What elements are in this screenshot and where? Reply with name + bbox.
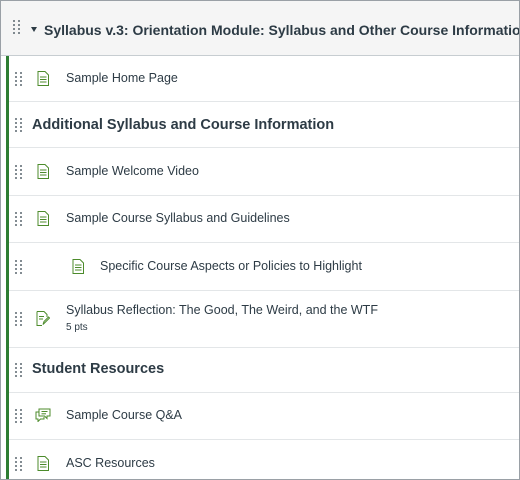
module-item[interactable]: ASC Resources (9, 440, 519, 479)
module-item-title[interactable]: Sample Course Q&A (66, 408, 182, 422)
modules-list: Syllabus v.3: Orientation Module: Syllab… (0, 0, 520, 480)
drag-handle-icon[interactable] (15, 312, 23, 326)
module-item[interactable]: Specific Course Aspects or Policies to H… (9, 243, 519, 291)
drag-handle-icon[interactable] (13, 20, 21, 34)
points-label: 5 pts (66, 322, 88, 333)
page-icon (37, 71, 49, 86)
assignment-icon (36, 311, 50, 326)
drag-handle-icon[interactable] (15, 118, 23, 132)
drag-handle-icon[interactable] (15, 212, 23, 226)
drag-handle-icon[interactable] (15, 72, 23, 86)
discussion-icon (35, 408, 51, 422)
page-icon (37, 456, 49, 471)
drag-handle-icon[interactable] (15, 260, 23, 274)
module-item[interactable]: Syllabus Reflection: The Good, The Weird… (9, 291, 519, 348)
module-item[interactable]: Sample Home Page (9, 56, 519, 102)
subheader-title: Additional Syllabus and Course Informati… (32, 117, 335, 133)
module-subheader: Student Resources (9, 348, 519, 393)
page-icon (37, 211, 49, 226)
module-item-title[interactable]: Sample Welcome Video (66, 164, 199, 178)
drag-handle-icon[interactable] (15, 363, 23, 377)
drag-handle-icon[interactable] (15, 457, 23, 471)
module-item-title[interactable]: Sample Course Syllabus and Guidelines (66, 211, 290, 225)
module-title[interactable]: Syllabus v.3: Orientation Module: Syllab… (44, 22, 519, 38)
module-header[interactable]: Syllabus v.3: Orientation Module: Syllab… (1, 1, 519, 56)
page-icon (72, 259, 84, 274)
drag-handle-icon[interactable] (15, 409, 23, 423)
page-icon (37, 164, 49, 179)
module-item[interactable]: Sample Welcome Video (9, 148, 519, 196)
drag-handle-icon[interactable] (15, 165, 23, 179)
module-item-title[interactable]: ASC Resources (66, 456, 155, 470)
subheader-title: Student Resources (32, 361, 165, 377)
module-item-title[interactable]: Sample Home Page (66, 71, 178, 85)
module-subheader: Additional Syllabus and Course Informati… (9, 102, 519, 148)
module-item[interactable]: Sample Course Q&A (9, 393, 519, 440)
module-item[interactable]: Sample Course Syllabus and Guidelines (9, 196, 519, 243)
module-item-title[interactable]: Syllabus Reflection: The Good, The Weird… (66, 303, 378, 317)
module-item-title[interactable]: Specific Course Aspects or Policies to H… (100, 259, 362, 273)
caret-down-icon[interactable] (31, 27, 37, 32)
